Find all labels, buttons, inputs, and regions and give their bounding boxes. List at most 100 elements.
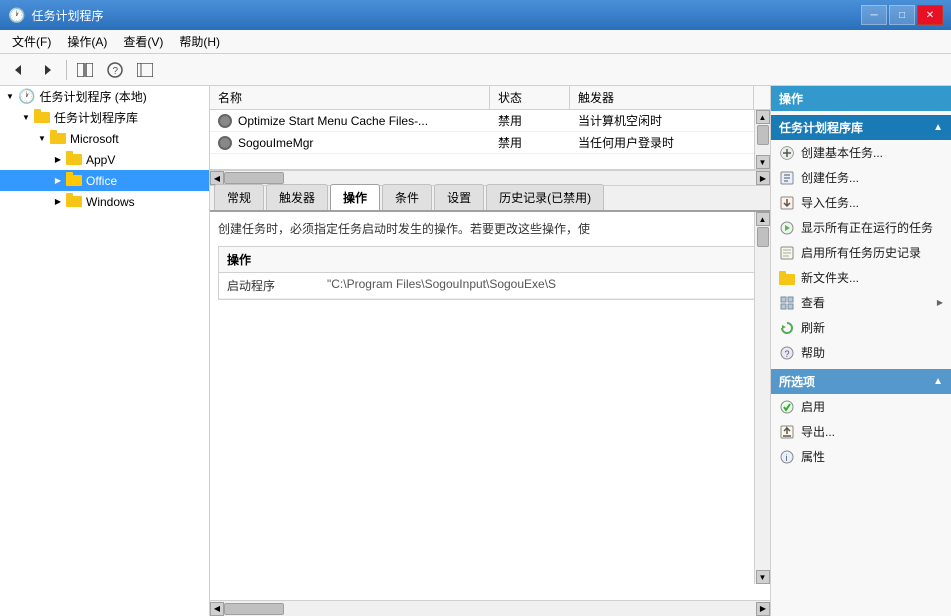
- tab-history[interactable]: 历史记录(已禁用): [486, 184, 604, 210]
- task-row-1[interactable]: Optimize Start Menu Cache Files-... 禁用 当…: [210, 110, 770, 132]
- scroll-right-btn[interactable]: ▶: [756, 171, 770, 185]
- detail-area: ▲ ▼ 创建任务时，必须指定任务启动时发生的操作。若要更改这些操作，使 操作 启…: [210, 212, 770, 600]
- ops-action-1: 启动程序: [227, 277, 327, 294]
- action-create-task[interactable]: 创建任务...: [771, 165, 951, 190]
- show-hide-button[interactable]: [71, 57, 99, 83]
- right-header-library: 任务计划程序库 ▲: [771, 115, 951, 140]
- menu-help[interactable]: 帮助(H): [171, 31, 228, 52]
- show-running-icon: [779, 220, 795, 236]
- section-collapse-icon: ▲: [933, 122, 943, 133]
- h-scroll-detail[interactable]: ◀ ▶: [210, 600, 770, 616]
- maximize-button[interactable]: □: [889, 5, 915, 25]
- task-trigger-1: 当计算机空闲时: [570, 110, 770, 131]
- task-row-2[interactable]: SogouImeMgr 禁用 当任何用户登录时: [210, 132, 770, 154]
- tree-appv[interactable]: ▶ AppV: [0, 149, 209, 170]
- tree-office[interactable]: ▶ Office: [0, 170, 209, 191]
- tree-windows[interactable]: ▶ Windows: [0, 191, 209, 212]
- tab-actions[interactable]: 操作: [330, 184, 380, 210]
- menu-action[interactable]: 操作(A): [59, 31, 115, 52]
- ops-row-1[interactable]: 启动程序 "C:\Program Files\SogouInput\SogouE…: [219, 273, 761, 299]
- h-scroll-thumb[interactable]: [224, 172, 284, 184]
- task-status-2: 禁用: [490, 132, 570, 153]
- h-scroll-tasks[interactable]: ◀ ▶: [210, 170, 770, 186]
- tab-general[interactable]: 常规: [214, 184, 264, 210]
- detail-scroll-right[interactable]: ▶: [756, 602, 770, 616]
- action-show-running[interactable]: 显示所有正在运行的任务: [771, 215, 951, 240]
- create-basic-icon: [779, 145, 795, 161]
- right-header-selected: 所选项 ▲: [771, 369, 951, 394]
- enable-icon: [779, 399, 795, 415]
- export-icon: [779, 424, 795, 440]
- forward-button[interactable]: [34, 57, 62, 83]
- action-view[interactable]: 查看: [771, 290, 951, 315]
- action-help[interactable]: ? 帮助: [771, 340, 951, 365]
- tab-triggers[interactable]: 触发器: [266, 184, 328, 210]
- toolbar: ?: [0, 54, 951, 86]
- enable-history-icon: [779, 245, 795, 261]
- action-refresh[interactable]: 刷新: [771, 315, 951, 340]
- tree-library[interactable]: ▼ 任务计划程序库: [0, 107, 209, 128]
- close-button[interactable]: ✕: [917, 5, 943, 25]
- action-new-folder[interactable]: 新文件夹...: [771, 265, 951, 290]
- action-import-task[interactable]: 导入任务...: [771, 190, 951, 215]
- menu-bar: 文件(F) 操作(A) 查看(V) 帮助(H): [0, 30, 951, 54]
- new-folder-icon: [779, 270, 795, 286]
- folder-appv-icon: [66, 151, 82, 168]
- menu-file[interactable]: 文件(F): [4, 31, 59, 52]
- back-button[interactable]: [4, 57, 32, 83]
- extra-button[interactable]: [131, 57, 159, 83]
- left-panel: ▼ 🕐 任务计划程序 (本地) ▼ 任务计划程序库 ▼ Microsoft ▶: [0, 86, 210, 616]
- right-header-main: 操作: [771, 86, 951, 111]
- task-status-1: 禁用: [490, 110, 570, 131]
- expand-icon-office: ▶: [52, 175, 64, 187]
- expand-icon-appv: ▶: [52, 154, 64, 166]
- title-text: 任务计划程序: [31, 7, 103, 24]
- help-action-icon: ?: [779, 345, 795, 361]
- ops-table: 操作 启动程序 "C:\Program Files\SogouInput\Sog…: [218, 246, 762, 300]
- task-list[interactable]: Optimize Start Menu Cache Files-... 禁用 当…: [210, 110, 770, 170]
- action-enable[interactable]: 启用: [771, 394, 951, 419]
- detail-scroll-up[interactable]: ▲: [756, 212, 770, 226]
- expand-icon: ▼: [4, 91, 16, 103]
- folder-office-icon: [66, 172, 82, 189]
- detail-h-scroll-thumb[interactable]: [224, 603, 284, 615]
- create-task-icon: [779, 170, 795, 186]
- scroll-up-btn[interactable]: ▲: [756, 110, 770, 124]
- task-status-icon-1: [218, 114, 232, 128]
- tab-conditions[interactable]: 条件: [382, 184, 432, 210]
- task-trigger-2: 当任何用户登录时: [570, 132, 770, 153]
- detail-scroll-down[interactable]: ▼: [756, 570, 770, 584]
- selected-section-icon: ▲: [933, 376, 943, 387]
- svg-text:?: ?: [785, 349, 790, 359]
- tab-settings[interactable]: 设置: [434, 184, 484, 210]
- menu-view[interactable]: 查看(V): [115, 31, 171, 52]
- minimize-button[interactable]: ─: [861, 5, 887, 25]
- task-list-header: 名称 状态 触发器: [210, 86, 770, 110]
- action-enable-history[interactable]: 启用所有任务历史记录: [771, 240, 951, 265]
- right-panel: 操作 任务计划程序库 ▲ 创建基本任务...: [771, 86, 951, 616]
- title-controls: ─ □ ✕: [861, 5, 943, 25]
- col-header-status: 状态: [490, 86, 570, 109]
- view-icon: [779, 295, 795, 311]
- help-button[interactable]: ?: [101, 57, 129, 83]
- scroll-down-btn[interactable]: ▼: [756, 155, 770, 169]
- action-create-basic[interactable]: 创建基本任务...: [771, 140, 951, 165]
- properties-icon: i: [779, 449, 795, 465]
- tree-microsoft[interactable]: ▼ Microsoft: [0, 128, 209, 149]
- svg-text:i: i: [786, 453, 788, 463]
- expand-icon-win: ▶: [52, 196, 64, 208]
- folder-ms-icon: [50, 130, 66, 147]
- action-properties[interactable]: i 属性: [771, 444, 951, 469]
- col-header-trigger: 触发器: [570, 86, 754, 109]
- clock-icon: 🕐: [18, 88, 35, 105]
- scroll-left-btn[interactable]: ◀: [210, 171, 224, 185]
- tree-root[interactable]: ▼ 🕐 任务计划程序 (本地): [0, 86, 209, 107]
- detail-scroll-thumb[interactable]: [757, 227, 769, 247]
- detail-scroll-left[interactable]: ◀: [210, 602, 224, 616]
- library-icon: [34, 109, 50, 126]
- refresh-icon: [779, 320, 795, 336]
- folder-win-icon: [66, 193, 82, 210]
- action-export[interactable]: 导出...: [771, 419, 951, 444]
- col-header-name: 名称: [210, 86, 490, 109]
- scroll-thumb-tasks[interactable]: [757, 125, 769, 145]
